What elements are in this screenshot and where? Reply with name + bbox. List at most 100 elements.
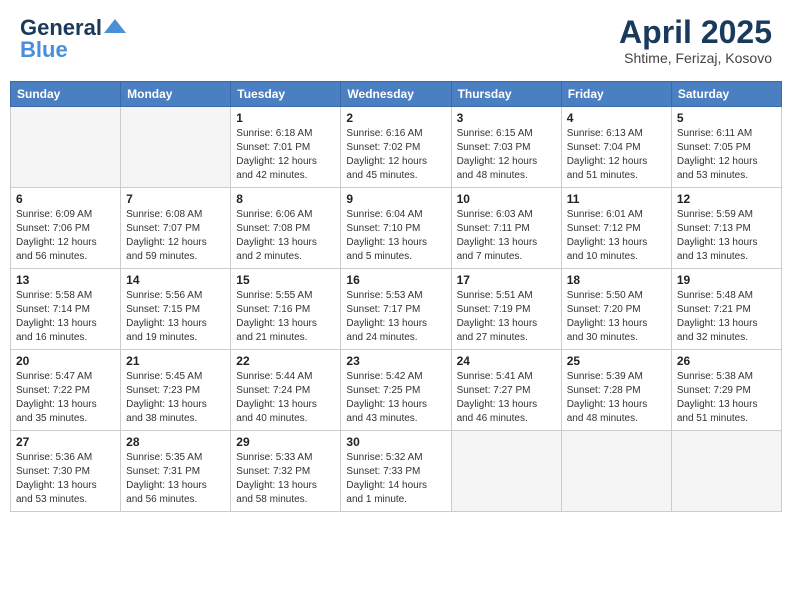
day-number: 15 <box>236 273 335 287</box>
calendar-cell: 5 Sunrise: 6:11 AM Sunset: 7:05 PM Daylig… <box>671 107 781 188</box>
day-info: Sunrise: 5:38 AM Sunset: 7:29 PM Dayligh… <box>677 370 776 426</box>
day-number: 18 <box>567 273 666 287</box>
location: Shtime, Ferizaj, Kosovo <box>619 50 772 66</box>
calendar-cell <box>561 431 671 512</box>
day-number: 24 <box>457 354 556 368</box>
day-number: 17 <box>457 273 556 287</box>
day-number: 11 <box>567 192 666 206</box>
day-info: Sunrise: 5:59 AM Sunset: 7:13 PM Dayligh… <box>677 208 776 264</box>
calendar-cell: 6 Sunrise: 6:09 AM Sunset: 7:06 PM Daylig… <box>11 188 121 269</box>
col-saturday: Saturday <box>671 82 781 107</box>
day-info: Sunrise: 5:45 AM Sunset: 7:23 PM Dayligh… <box>126 370 225 426</box>
calendar-cell: 9Sunrise: 6:04 AM Sunset: 7:10 PM Daylig… <box>341 188 451 269</box>
calendar-cell: 17 Sunrise: 5:51 AM Sunset: 7:19 PM Dayli… <box>451 269 561 350</box>
calendar-cell: 12 Sunrise: 5:59 AM Sunset: 7:13 PM Dayli… <box>671 188 781 269</box>
day-info: Sunrise: 6:04 AM Sunset: 7:10 PM Dayligh… <box>346 208 445 264</box>
calendar-cell: 22 Sunrise: 5:44 AM Sunset: 7:24 PM Dayli… <box>231 350 341 431</box>
day-info: Sunrise: 5:35 AM Sunset: 7:31 PM Dayligh… <box>126 451 225 507</box>
calendar-cell: 30 Sunrise: 5:32 AM Sunset: 7:33 PM Dayli… <box>341 431 451 512</box>
col-sunday: Sunday <box>11 82 121 107</box>
calendar-cell: 28 Sunrise: 5:35 AM Sunset: 7:31 PM Dayli… <box>121 431 231 512</box>
day-number: 22 <box>236 354 335 368</box>
day-info: Sunrise: 5:32 AM Sunset: 7:33 PM Dayligh… <box>346 451 445 507</box>
calendar-cell: 8 Sunrise: 6:06 AM Sunset: 7:08 PM Daylig… <box>231 188 341 269</box>
day-number: 16 <box>346 273 445 287</box>
title-block: April 2025 Shtime, Ferizaj, Kosovo <box>619 15 772 66</box>
day-number: 2 <box>346 111 445 125</box>
day-number: 26 <box>677 354 776 368</box>
day-info: Sunrise: 6:11 AM Sunset: 7:05 PM Dayligh… <box>677 127 776 183</box>
day-info: Sunrise: 5:39 AM Sunset: 7:28 PM Dayligh… <box>567 370 666 426</box>
calendar-cell: 14Sunrise: 5:56 AM Sunset: 7:15 PM Dayli… <box>121 269 231 350</box>
day-number: 5 <box>677 111 776 125</box>
col-wednesday: Wednesday <box>341 82 451 107</box>
calendar-cell: 20 Sunrise: 5:47 AM Sunset: 7:22 PM Dayli… <box>11 350 121 431</box>
calendar-cell <box>451 431 561 512</box>
day-info: Sunrise: 6:18 AM Sunset: 7:01 PM Dayligh… <box>236 127 335 183</box>
col-tuesday: Tuesday <box>231 82 341 107</box>
calendar-cell: 23 Sunrise: 5:42 AM Sunset: 7:25 PM Dayli… <box>341 350 451 431</box>
calendar-cell: 26 Sunrise: 5:38 AM Sunset: 7:29 PM Dayli… <box>671 350 781 431</box>
day-number: 8 <box>236 192 335 206</box>
col-monday: Monday <box>121 82 231 107</box>
col-thursday: Thursday <box>451 82 561 107</box>
logo: General Blue <box>20 15 126 63</box>
day-info: Sunrise: 6:08 AM Sunset: 7:07 PM Dayligh… <box>126 208 225 264</box>
day-number: 10 <box>457 192 556 206</box>
calendar-cell <box>671 431 781 512</box>
day-info: Sunrise: 5:42 AM Sunset: 7:25 PM Dayligh… <box>346 370 445 426</box>
page-header: General Blue April 2025 Shtime, Ferizaj,… <box>10 10 782 71</box>
day-number: 30 <box>346 435 445 449</box>
calendar-cell: 16Sunrise: 5:53 AM Sunset: 7:17 PM Dayli… <box>341 269 451 350</box>
calendar-cell: 24 Sunrise: 5:41 AM Sunset: 7:27 PM Dayli… <box>451 350 561 431</box>
calendar-cell: 21 Sunrise: 5:45 AM Sunset: 7:23 PM Dayli… <box>121 350 231 431</box>
calendar-cell: 29 Sunrise: 5:33 AM Sunset: 7:32 PM Dayli… <box>231 431 341 512</box>
calendar-cell: 11Sunrise: 6:01 AM Sunset: 7:12 PM Dayli… <box>561 188 671 269</box>
day-info: Sunrise: 5:55 AM Sunset: 7:16 PM Dayligh… <box>236 289 335 345</box>
calendar-cell: 7 Sunrise: 6:08 AM Sunset: 7:07 PM Daylig… <box>121 188 231 269</box>
calendar-cell: 3 Sunrise: 6:15 AM Sunset: 7:03 PM Daylig… <box>451 107 561 188</box>
day-info: Sunrise: 6:16 AM Sunset: 7:02 PM Dayligh… <box>346 127 445 183</box>
calendar-cell: 4 Sunrise: 6:13 AM Sunset: 7:04 PM Daylig… <box>561 107 671 188</box>
day-number: 7 <box>126 192 225 206</box>
day-number: 3 <box>457 111 556 125</box>
day-number: 6 <box>16 192 115 206</box>
logo-blue: Blue <box>20 37 68 63</box>
day-number: 23 <box>346 354 445 368</box>
calendar-cell: 27Sunrise: 5:36 AM Sunset: 7:30 PM Dayli… <box>11 431 121 512</box>
day-info: Sunrise: 6:03 AM Sunset: 7:11 PM Dayligh… <box>457 208 556 264</box>
calendar-cell: 13Sunrise: 5:58 AM Sunset: 7:14 PM Dayli… <box>11 269 121 350</box>
calendar-cell: 25Sunrise: 5:39 AM Sunset: 7:28 PM Dayli… <box>561 350 671 431</box>
month-year: April 2025 <box>619 15 772 50</box>
day-info: Sunrise: 6:09 AM Sunset: 7:06 PM Dayligh… <box>16 208 115 264</box>
day-number: 28 <box>126 435 225 449</box>
day-info: Sunrise: 5:51 AM Sunset: 7:19 PM Dayligh… <box>457 289 556 345</box>
day-info: Sunrise: 5:47 AM Sunset: 7:22 PM Dayligh… <box>16 370 115 426</box>
calendar-week-row: 20 Sunrise: 5:47 AM Sunset: 7:22 PM Dayli… <box>11 350 782 431</box>
day-number: 29 <box>236 435 335 449</box>
logo-icon <box>104 19 126 33</box>
calendar-week-row: 27Sunrise: 5:36 AM Sunset: 7:30 PM Dayli… <box>11 431 782 512</box>
calendar-week-row: 13Sunrise: 5:58 AM Sunset: 7:14 PM Dayli… <box>11 269 782 350</box>
day-number: 20 <box>16 354 115 368</box>
calendar-week-row: 6 Sunrise: 6:09 AM Sunset: 7:06 PM Daylig… <box>11 188 782 269</box>
day-number: 4 <box>567 111 666 125</box>
day-number: 21 <box>126 354 225 368</box>
day-info: Sunrise: 5:36 AM Sunset: 7:30 PM Dayligh… <box>16 451 115 507</box>
day-info: Sunrise: 5:48 AM Sunset: 7:21 PM Dayligh… <box>677 289 776 345</box>
calendar-cell: 10 Sunrise: 6:03 AM Sunset: 7:11 PM Dayli… <box>451 188 561 269</box>
day-info: Sunrise: 5:33 AM Sunset: 7:32 PM Dayligh… <box>236 451 335 507</box>
day-number: 12 <box>677 192 776 206</box>
day-info: Sunrise: 5:44 AM Sunset: 7:24 PM Dayligh… <box>236 370 335 426</box>
calendar-table: Sunday Monday Tuesday Wednesday Thursday… <box>10 81 782 512</box>
day-number: 1 <box>236 111 335 125</box>
calendar-cell: 19Sunrise: 5:48 AM Sunset: 7:21 PM Dayli… <box>671 269 781 350</box>
day-info: Sunrise: 5:41 AM Sunset: 7:27 PM Dayligh… <box>457 370 556 426</box>
day-info: Sunrise: 6:06 AM Sunset: 7:08 PM Dayligh… <box>236 208 335 264</box>
calendar-cell: 1 Sunrise: 6:18 AM Sunset: 7:01 PM Daylig… <box>231 107 341 188</box>
day-info: Sunrise: 6:15 AM Sunset: 7:03 PM Dayligh… <box>457 127 556 183</box>
calendar-cell <box>11 107 121 188</box>
calendar-cell: 18Sunrise: 5:50 AM Sunset: 7:20 PM Dayli… <box>561 269 671 350</box>
day-info: Sunrise: 6:13 AM Sunset: 7:04 PM Dayligh… <box>567 127 666 183</box>
calendar-header-row: Sunday Monday Tuesday Wednesday Thursday… <box>11 82 782 107</box>
